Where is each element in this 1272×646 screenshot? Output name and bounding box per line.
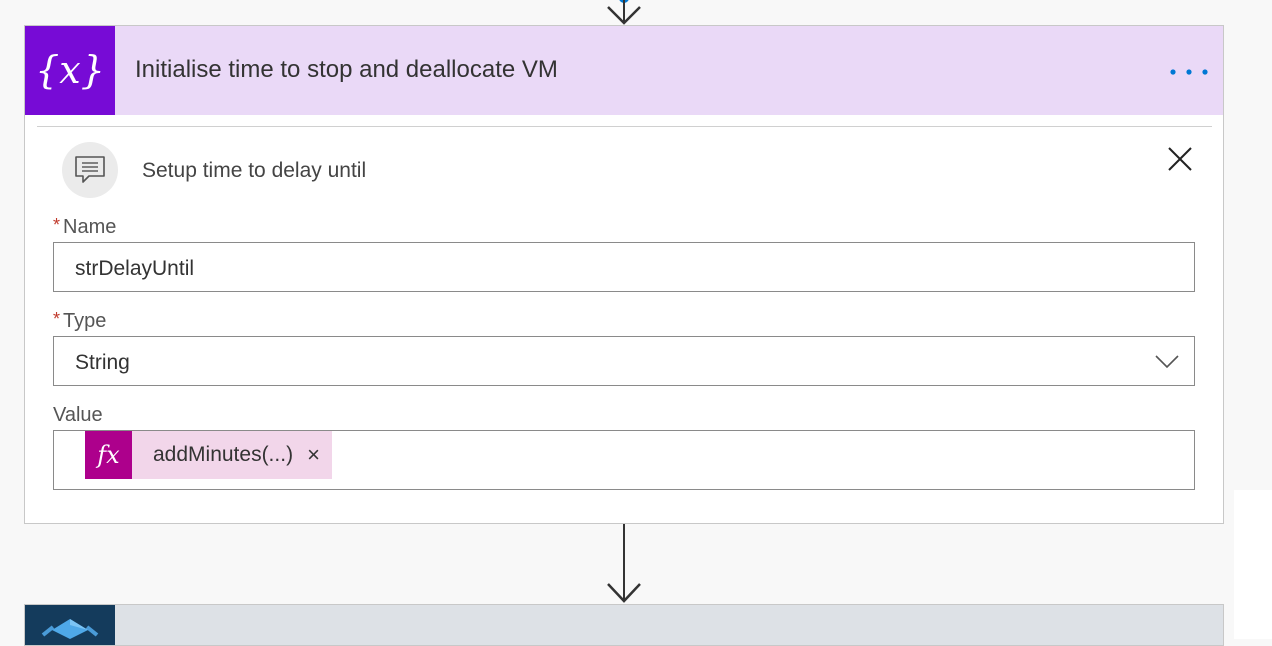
type-select[interactable]: String: [53, 336, 1195, 386]
name-input-value: strDelayUntil: [75, 257, 195, 280]
chevron-down-icon: [1155, 355, 1179, 369]
value-field-label: Value: [53, 404, 103, 427]
azure-vm-icon: [25, 605, 115, 645]
close-icon: [1168, 147, 1192, 171]
svg-text:{x}: {x}: [35, 48, 105, 92]
canvas-background-strip: [1234, 490, 1272, 639]
name-label-text: Name: [63, 216, 117, 238]
expression-token-label: addMinutes(...): [153, 443, 294, 466]
value-input[interactable]: fx addMinutes(...) ×: [53, 430, 1195, 490]
more-options-button[interactable]: [1165, 58, 1213, 86]
remove-token-icon[interactable]: ×: [307, 444, 320, 466]
expression-token-body[interactable]: addMinutes(...) ×: [132, 431, 332, 479]
type-label-text: Type: [63, 310, 107, 332]
comment-icon[interactable]: [62, 142, 118, 198]
next-action-card[interactable]: [24, 604, 1224, 646]
action-card: {x} Initialise time to stop and dealloca…: [24, 25, 1224, 524]
fx-icon: fx: [85, 431, 132, 479]
type-select-value: String: [75, 351, 130, 374]
action-card-header[interactable]: {x} Initialise time to stop and dealloca…: [25, 26, 1223, 115]
required-mark: *: [53, 309, 61, 329]
close-comment-button[interactable]: [1165, 144, 1195, 174]
connector-arrow-top: [604, 0, 644, 26]
type-field-label: * Type: [53, 309, 107, 333]
expression-token[interactable]: fx addMinutes(...) ×: [85, 431, 332, 479]
more-dots-icon: [1170, 69, 1208, 75]
arrow-down-icon: [607, 0, 641, 25]
arrow-down-icon: [607, 524, 641, 603]
value-label-text: Value: [53, 404, 103, 426]
required-mark: *: [53, 215, 61, 235]
connector-arrow-middle: [604, 524, 644, 604]
action-title: Initialise time to stop and deallocate V…: [135, 56, 558, 83]
header-divider: [37, 126, 1212, 127]
name-field-label: * Name: [53, 215, 117, 239]
variable-braces-icon: {x}: [25, 26, 115, 115]
comment-text[interactable]: Setup time to delay until: [142, 159, 366, 183]
name-input[interactable]: strDelayUntil: [53, 242, 1195, 292]
